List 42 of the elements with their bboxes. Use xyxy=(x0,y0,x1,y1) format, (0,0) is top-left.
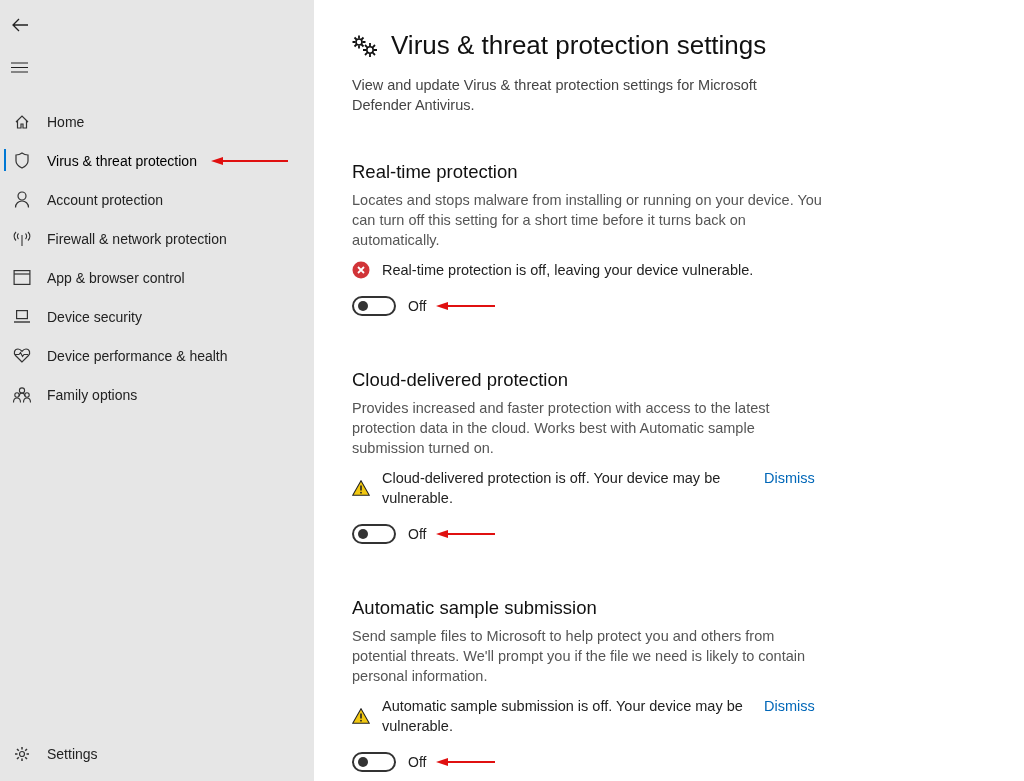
window-icon xyxy=(12,270,32,285)
back-icon[interactable] xyxy=(11,18,29,32)
error-icon xyxy=(352,261,370,279)
section-description: Provides increased and faster protection with access to the latest protection data in the cloud. Works best with Automatic sample submission turned on. xyxy=(352,399,771,458)
page-description: View and update Virus & threat protection settings for Microsoft Defender Antivirus. xyxy=(352,76,758,115)
warning-icon xyxy=(352,480,370,496)
laptop-icon xyxy=(12,310,32,323)
alert-message: Real-time protection is off, leaving your device vulnerable. xyxy=(382,261,754,280)
toggle-label: Off xyxy=(408,754,427,770)
dismiss-link[interactable]: Dismiss xyxy=(764,696,815,716)
dismiss-link[interactable]: Dismiss xyxy=(764,468,815,488)
section-description: Send sample files to Microsoft to help protect you and others from potential threats. We'll prompt you if the file we need is likely to contain personal information. xyxy=(352,627,807,686)
family-icon xyxy=(12,386,32,403)
toggle-label: Off xyxy=(408,526,427,542)
sidebar-item[interactable]: Firewall & network protection xyxy=(0,223,231,254)
toggle-switch[interactable] xyxy=(352,296,396,316)
menu-icon[interactable] xyxy=(11,62,28,73)
toggle-label: Off xyxy=(408,298,427,314)
sidebar-item[interactable]: Family options xyxy=(0,379,142,410)
section-heading: Real-time protection xyxy=(352,161,519,183)
page-title: Virus & threat protection settings xyxy=(391,30,767,61)
settings-icon xyxy=(12,746,32,762)
sidebar-item[interactable]: Account protection xyxy=(0,184,167,215)
sidebar-item[interactable]: Device security xyxy=(0,301,146,332)
gears-icon xyxy=(352,34,378,57)
shield-icon xyxy=(12,152,32,169)
sidebar-item[interactable]: Home xyxy=(0,106,89,137)
toggle-switch[interactable] xyxy=(352,752,396,772)
heart-icon xyxy=(12,348,32,363)
toggle-switch[interactable] xyxy=(352,524,396,544)
sidebar-item[interactable]: Device performance & health xyxy=(0,340,232,371)
section-description: Locates and stops malware from installing or running on your device. You can turn off this setting for a short time before it turns back on automatically. xyxy=(352,191,823,250)
antenna-icon xyxy=(12,231,32,246)
person-icon xyxy=(12,191,32,208)
sidebar-item[interactable]: Virus & threat protection xyxy=(0,145,201,176)
alert-message: Cloud-delivered protection is off. Your device may be vulnerable. xyxy=(382,469,722,508)
sidebar-item[interactable]: App & browser control xyxy=(0,262,189,293)
section-heading: Cloud-delivered protection xyxy=(352,369,569,391)
section-heading: Automatic sample submission xyxy=(352,597,598,619)
settings-link[interactable]: Settings xyxy=(0,739,102,769)
alert-message: Automatic sample submission is off. Your device may be vulnerable. xyxy=(382,697,744,736)
warning-icon xyxy=(352,708,370,724)
